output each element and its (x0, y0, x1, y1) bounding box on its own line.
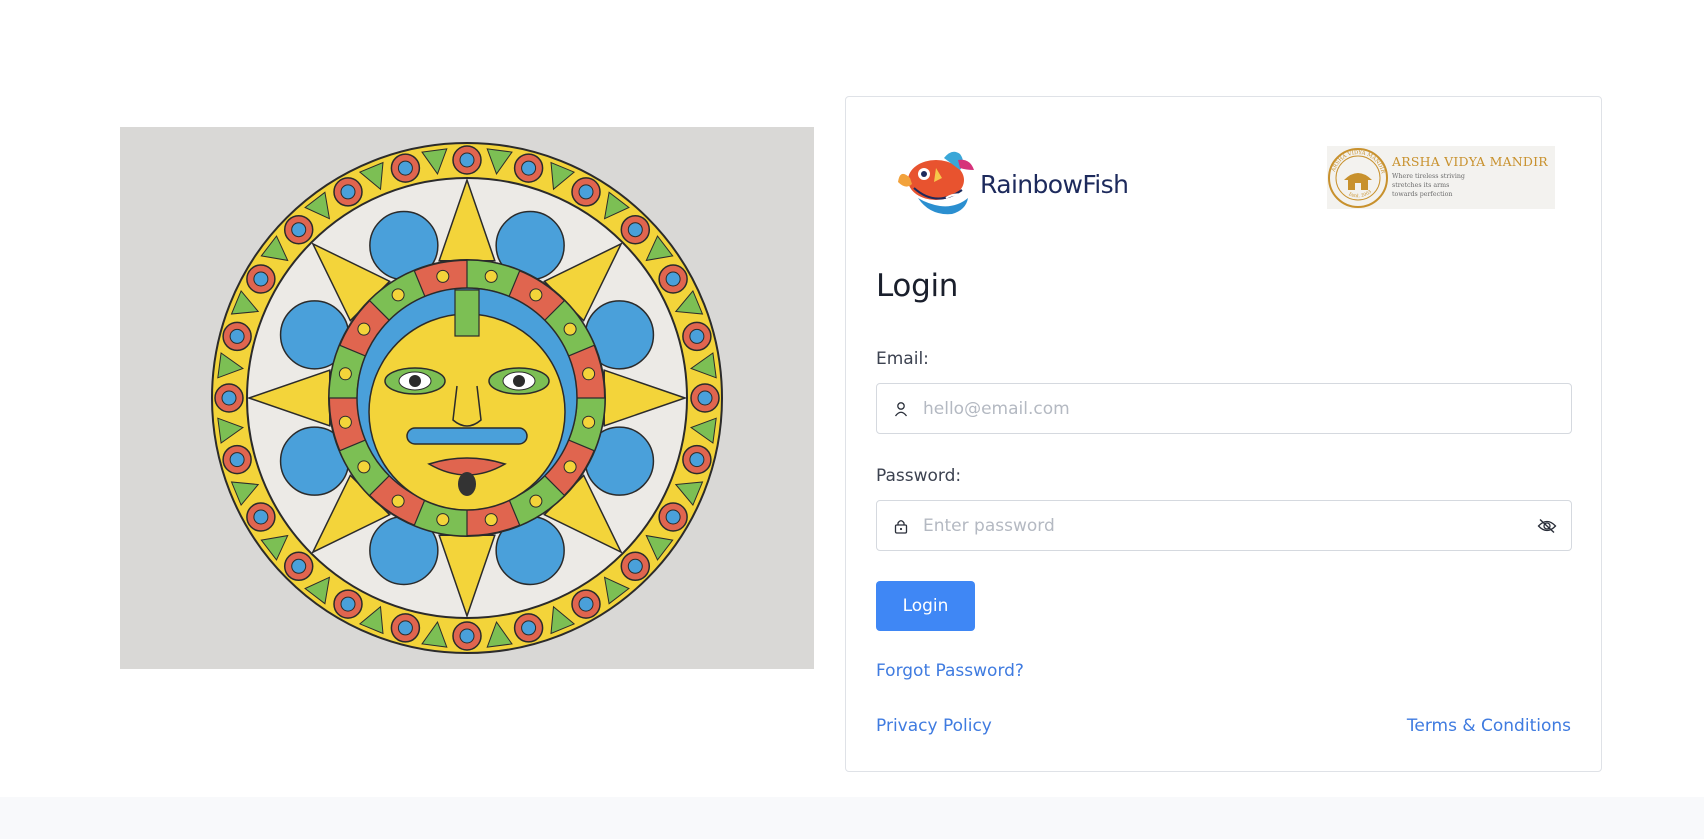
terms-conditions-link[interactable]: Terms & Conditions (1407, 716, 1571, 736)
rainbowfish-mascot-icon (898, 151, 974, 215)
svg-text:Estd. 2003: Estd. 2003 (1348, 188, 1373, 199)
password-label: Password: (876, 466, 962, 486)
lock-icon (877, 518, 923, 534)
seal-top-text: ARSHA VIDYA MANDIR (1331, 149, 1386, 174)
privacy-policy-link[interactable]: Privacy Policy (876, 716, 992, 736)
rainbowfish-brand-name: RainbowFish (980, 169, 1129, 199)
seal-bottom-text: Estd. 2003 (1348, 188, 1373, 199)
arsha-vidya-mandir-name: ARSHA VIDYA MANDIR (1392, 153, 1548, 169)
arsha-vidya-mandir-logo: ARSHA VIDYA MANDIR Estd. 2003 ARSHA VIDY… (1327, 146, 1555, 209)
email-label: Email: (876, 349, 929, 369)
login-card: RainbowFish ARSHA VIDYA MANDIR Estd. 200… (845, 96, 1602, 772)
login-title: Login (876, 268, 959, 304)
arsha-tagline-3: towards perfection (1392, 191, 1453, 199)
email-field-wrapper (876, 383, 1572, 434)
sun-mandala-drawing (120, 127, 814, 669)
svg-text:ARSHA VIDYA MANDIR: ARSHA VIDYA MANDIR (1331, 149, 1386, 174)
password-input[interactable] (923, 501, 1523, 550)
eye-off-icon[interactable] (1523, 518, 1571, 534)
arsha-tagline-1: Where tireless striving (1392, 173, 1465, 181)
login-button[interactable]: Login (876, 581, 975, 631)
password-field-wrapper (876, 500, 1572, 551)
page-footer-band (0, 797, 1704, 839)
forgot-password-link[interactable]: Forgot Password? (876, 661, 1024, 681)
user-icon (877, 401, 923, 417)
rainbowfish-logo: RainbowFish (896, 147, 1136, 221)
arsha-tagline-2: stretches its arms (1392, 182, 1450, 190)
sun-mandala-image (120, 127, 814, 669)
arsha-vidya-mandir-seal-icon: ARSHA VIDYA MANDIR Estd. 2003 (1328, 147, 1388, 208)
email-input[interactable] (923, 384, 1571, 433)
